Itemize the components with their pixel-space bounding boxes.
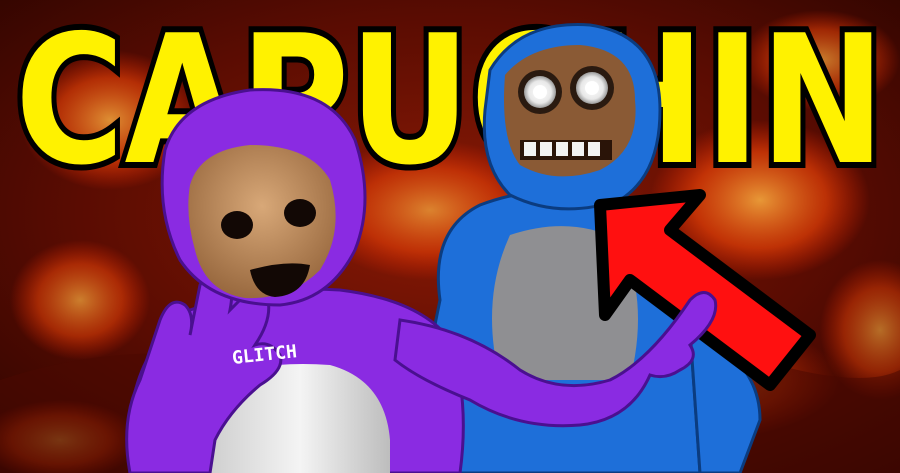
purple-monkey-right-eye xyxy=(284,199,316,227)
thumbnail: CAPUCHIN GLITCH xyxy=(0,0,900,473)
blue-monkey-teeth xyxy=(520,140,612,160)
title-text-group: CAPUCHIN xyxy=(9,0,891,210)
purple-monkey-left-eye xyxy=(221,211,253,239)
thumbnail-title: CAPUCHIN xyxy=(15,0,885,204)
thumbnail-canvas: CAPUCHIN GLITCH xyxy=(0,0,900,473)
